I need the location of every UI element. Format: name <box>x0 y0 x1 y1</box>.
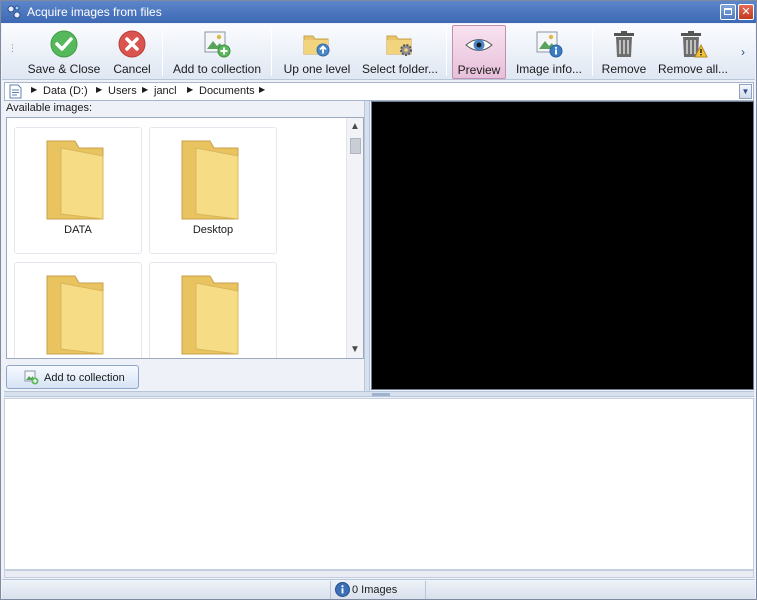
remove-all-button[interactable]: Remove all... <box>654 25 732 79</box>
folder-tile[interactable] <box>149 262 277 358</box>
breadcrumb-arrow-icon[interactable]: ▶ <box>259 85 265 94</box>
add-to-collection-bottom-button[interactable]: Add to collection <box>6 365 139 389</box>
cancel-label: Cancel <box>113 62 151 76</box>
save-close-button[interactable]: Save & Close <box>24 25 104 79</box>
folder-up-icon <box>303 35 330 57</box>
close-button[interactable]: ✕ <box>738 4 754 20</box>
maximize-button[interactable] <box>720 4 736 20</box>
breadcrumb-data-drive[interactable]: Data (D:) <box>43 85 88 97</box>
remove-label: Remove <box>601 62 647 76</box>
up-one-level-button[interactable]: Up one level <box>278 25 356 79</box>
toolbar-grip-icon[interactable]: ⋮ <box>8 44 17 58</box>
trash-icon <box>614 31 634 57</box>
folder-icon <box>181 140 239 220</box>
info-icon <box>335 582 350 597</box>
scroll-up-icon[interactable]: ▲ <box>347 118 363 135</box>
image-info-icon <box>536 31 563 58</box>
folder-icon <box>46 140 104 220</box>
chevron-down-icon: ▼ <box>741 87 750 96</box>
app-icon <box>7 5 21 19</box>
file-browser-pane[interactable]: DATA Desktop ▲ ▼ <box>6 117 364 359</box>
save-close-label: Save & Close <box>27 62 101 76</box>
horizontal-splitter[interactable] <box>4 391 754 397</box>
toolbar-separator <box>162 28 163 76</box>
add-image-icon <box>204 31 231 58</box>
add-to-collection-label: Add to collection <box>172 62 262 76</box>
remove-all-label: Remove all... <box>657 62 729 76</box>
chevron-right-icon[interactable]: › <box>736 42 750 62</box>
folder-tile[interactable] <box>14 262 142 358</box>
select-folder-label: Select folder... <box>361 62 439 76</box>
vertical-scrollbar[interactable]: ▲ ▼ <box>346 118 363 358</box>
scroll-thumb[interactable] <box>350 138 361 154</box>
available-images-label: Available images: <box>6 102 93 114</box>
folder-icon <box>46 275 104 355</box>
toolbar-separator <box>271 28 272 76</box>
address-bar[interactable]: ▶ Data (D:) ▶ Users ▶ jancl ▶ Documents … <box>4 82 754 101</box>
trash-warning-icon <box>681 31 708 58</box>
add-image-icon <box>24 370 39 385</box>
cancel-icon <box>118 30 146 58</box>
preview-pane <box>371 101 754 390</box>
breadcrumb-arrow-icon[interactable]: ▶ <box>142 85 148 94</box>
folder-settings-icon <box>386 35 412 56</box>
breadcrumb-jancl[interactable]: jancl <box>154 85 177 97</box>
address-dropdown-button[interactable]: ▼ <box>739 84 752 99</box>
breadcrumb-arrow-icon[interactable]: ▶ <box>187 85 193 94</box>
toolbar: ⋮ Save & Close Cancel Add to collection … <box>2 24 755 80</box>
eye-icon <box>465 39 493 51</box>
splitter-handle[interactable] <box>372 393 390 396</box>
document-icon <box>9 84 22 99</box>
window-title: Acquire images from files <box>27 5 162 19</box>
collection-area[interactable] <box>4 398 754 570</box>
image-info-button[interactable]: Image info... <box>510 25 588 79</box>
folder-tile-data[interactable]: DATA <box>14 127 142 254</box>
preview-toggle-button[interactable]: Preview <box>452 25 506 79</box>
title-bar: Acquire images from files ✕ <box>1 1 756 23</box>
cancel-button[interactable]: Cancel <box>106 25 158 79</box>
folder-icon <box>181 275 239 355</box>
image-count-cell: 0 Images <box>330 581 426 599</box>
breadcrumb-users[interactable]: Users <box>108 85 137 97</box>
horizontal-scrollbar[interactable] <box>4 570 754 578</box>
toolbar-separator <box>592 28 593 76</box>
toolbar-separator <box>446 28 447 76</box>
breadcrumb-arrow-icon[interactable]: ▶ <box>96 85 102 94</box>
add-to-collection-bottom-label: Add to collection <box>44 372 125 384</box>
checkmark-icon <box>50 30 78 58</box>
vertical-splitter[interactable] <box>364 101 370 391</box>
select-folder-button[interactable]: Select folder... <box>358 25 442 79</box>
image-count-text: 0 Images <box>352 584 398 596</box>
acquire-images-window: Acquire images from files ✕ ⋮ Save & Clo… <box>0 0 757 600</box>
maximize-icon <box>724 8 732 15</box>
remove-button[interactable]: Remove <box>598 25 650 79</box>
breadcrumb-arrow-icon[interactable]: ▶ <box>31 85 37 94</box>
close-icon: ✕ <box>741 6 751 18</box>
status-bar: 0 Images <box>2 579 755 599</box>
add-to-collection-button[interactable]: Add to collection <box>168 25 266 79</box>
folder-name: DATA <box>64 224 92 236</box>
scroll-down-icon[interactable]: ▼ <box>347 341 363 358</box>
folder-name: Desktop <box>192 224 234 236</box>
image-info-label: Image info... <box>515 62 583 76</box>
preview-label: Preview <box>457 63 501 77</box>
folder-tile-desktop[interactable]: Desktop <box>149 127 277 254</box>
up-one-level-label: Up one level <box>283 62 351 76</box>
breadcrumb-documents[interactable]: Documents <box>199 85 255 97</box>
